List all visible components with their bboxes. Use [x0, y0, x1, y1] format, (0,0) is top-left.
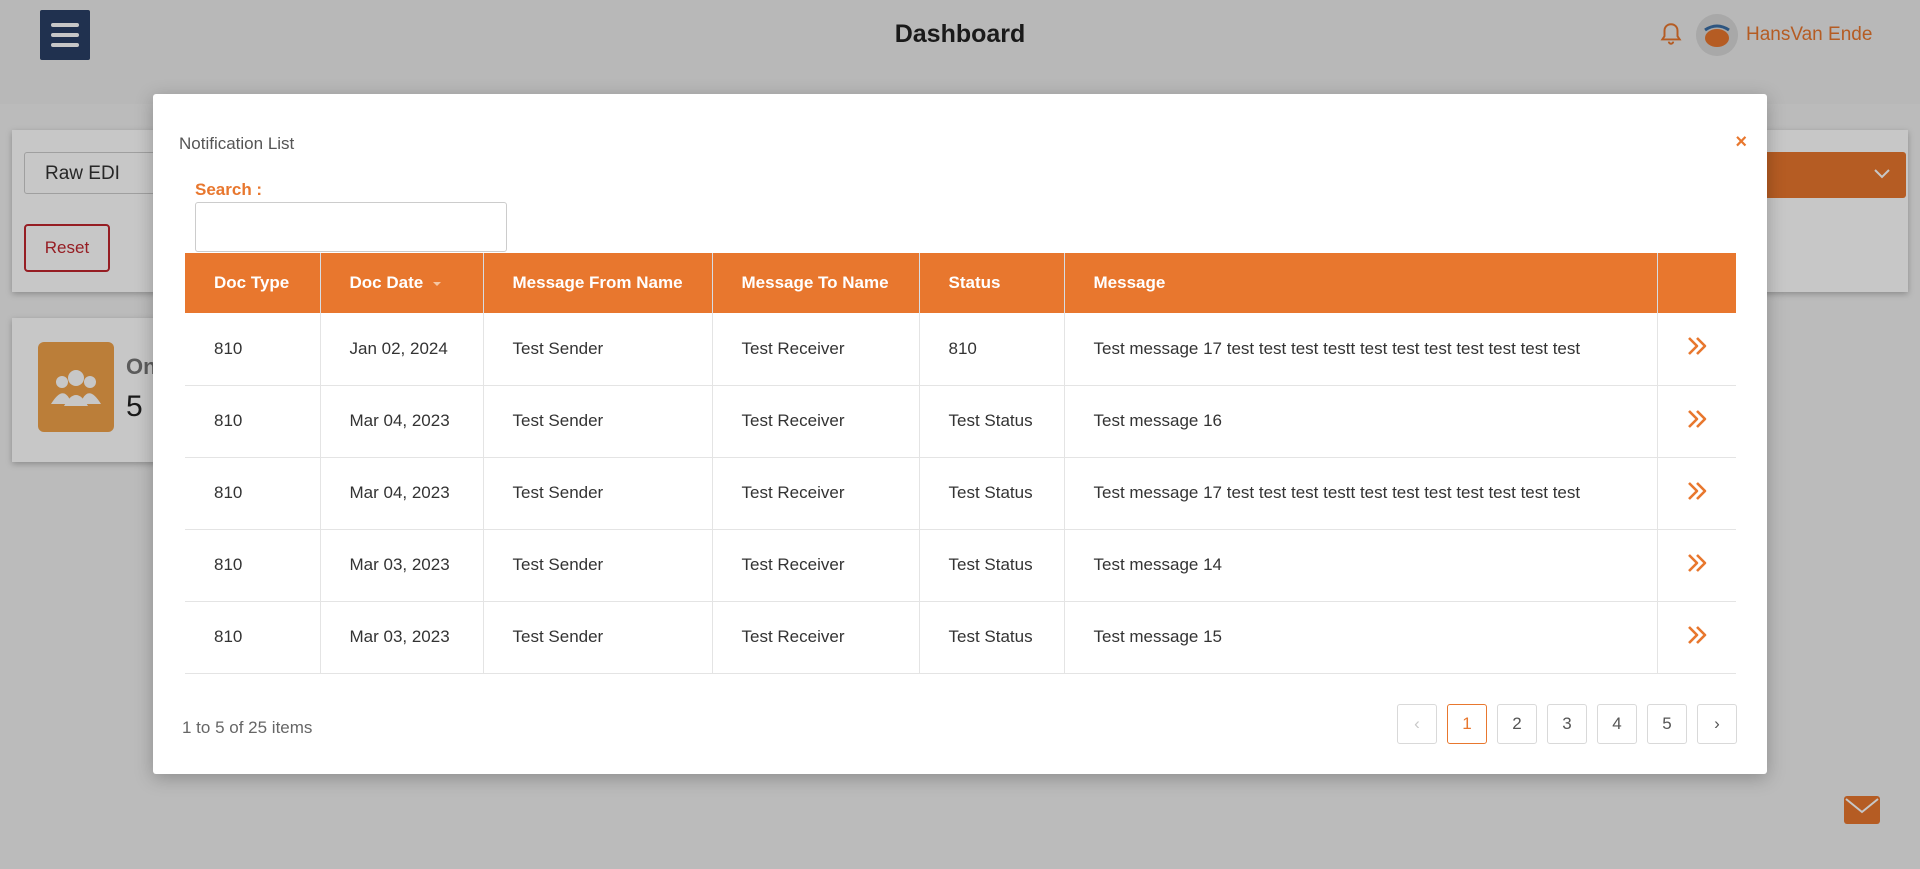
cell-doc-type: 810: [185, 457, 321, 530]
page-button-1[interactable]: 1: [1447, 704, 1487, 744]
pagination: ‹ 1 2 3 4 5 ›: [1397, 704, 1737, 744]
cell-doc-date: Mar 04, 2023: [320, 457, 484, 530]
cell-status: Test Status: [919, 457, 1065, 530]
cell-actions: [1657, 457, 1736, 530]
notification-table: Doc Type Doc Date Message From Name Mess…: [185, 253, 1736, 674]
column-header-message[interactable]: Message: [1064, 253, 1658, 313]
cell-to: Test Receiver: [712, 601, 920, 674]
cell-status: Test Status: [919, 385, 1065, 458]
double-chevron-right-icon[interactable]: [1686, 480, 1708, 507]
column-header-to[interactable]: Message To Name: [712, 253, 920, 313]
cell-doc-date: Mar 03, 2023: [320, 529, 484, 602]
table-row[interactable]: 810 Mar 04, 2023 Test Sender Test Receiver T…: [185, 457, 1736, 530]
cell-doc-type: 810: [185, 601, 321, 674]
column-header-doc-date[interactable]: Doc Date: [320, 253, 484, 313]
page-button-3[interactable]: 3: [1547, 704, 1587, 744]
page-button-5[interactable]: 5: [1647, 704, 1687, 744]
page-button-4[interactable]: 4: [1597, 704, 1637, 744]
cell-actions: [1657, 385, 1736, 458]
cell-from: Test Sender: [483, 385, 713, 458]
cell-status: 810: [919, 313, 1065, 386]
cell-message: Test message 16: [1064, 385, 1658, 458]
table-row[interactable]: 810 Jan 02, 2024 Test Sender Test Receiver 8…: [185, 313, 1736, 386]
table-row[interactable]: 810 Mar 03, 2023 Test Sender Test Receiver T…: [185, 529, 1736, 602]
column-header-status[interactable]: Status: [919, 253, 1065, 313]
pager-summary: 1 to 5 of 25 items: [182, 718, 313, 737]
column-header-from[interactable]: Message From Name: [483, 253, 713, 313]
cell-doc-type: 810: [185, 313, 321, 386]
next-page-button[interactable]: ›: [1697, 704, 1737, 744]
cell-to: Test Receiver: [712, 529, 920, 602]
double-chevron-right-icon[interactable]: [1686, 408, 1708, 435]
cell-status: Test Status: [919, 601, 1065, 674]
search-input[interactable]: [195, 202, 507, 252]
modal-title: Notification List: [179, 134, 295, 153]
cell-from: Test Sender: [483, 529, 713, 602]
search-label: Search :: [195, 180, 263, 199]
cell-from: Test Sender: [483, 457, 713, 530]
page-button-2[interactable]: 2: [1497, 704, 1537, 744]
cell-actions: [1657, 313, 1736, 386]
cell-status: Test Status: [919, 529, 1065, 602]
column-header-doc-type[interactable]: Doc Type: [185, 253, 321, 313]
cell-doc-type: 810: [185, 529, 321, 602]
double-chevron-right-icon[interactable]: [1686, 624, 1708, 651]
double-chevron-right-icon[interactable]: [1686, 552, 1708, 579]
cell-doc-date: Mar 03, 2023: [320, 601, 484, 674]
close-icon[interactable]: ×: [1735, 132, 1747, 152]
cell-doc-type: 810: [185, 385, 321, 458]
cell-from: Test Sender: [483, 601, 713, 674]
column-header-label: Doc Date: [349, 273, 424, 292]
cell-message: Test message 14: [1064, 529, 1658, 602]
cell-message: Test message 15: [1064, 601, 1658, 674]
table-row[interactable]: 810 Mar 03, 2023 Test Sender Test Receiver T…: [185, 601, 1736, 674]
column-header-actions: [1657, 253, 1736, 313]
cell-message: Test message 17 test test test testt tes…: [1064, 313, 1658, 386]
notification-modal: Notification List × Search : Doc Type Do…: [153, 94, 1767, 774]
cell-from: Test Sender: [483, 313, 713, 386]
cell-to: Test Receiver: [712, 313, 920, 386]
cell-actions: [1657, 529, 1736, 602]
cell-to: Test Receiver: [712, 457, 920, 530]
cell-message: Test message 17 test test test testt tes…: [1064, 457, 1658, 530]
double-chevron-right-icon[interactable]: [1686, 335, 1708, 362]
prev-page-button[interactable]: ‹: [1397, 704, 1437, 744]
cell-doc-date: Jan 02, 2024: [320, 313, 484, 386]
table-header-row: Doc Type Doc Date Message From Name Mess…: [185, 253, 1736, 313]
cell-doc-date: Mar 04, 2023: [320, 385, 484, 458]
sort-caret-icon: [433, 281, 442, 286]
cell-actions: [1657, 601, 1736, 674]
table-row[interactable]: 810 Mar 04, 2023 Test Sender Test Receiver T…: [185, 385, 1736, 458]
cell-to: Test Receiver: [712, 385, 920, 458]
